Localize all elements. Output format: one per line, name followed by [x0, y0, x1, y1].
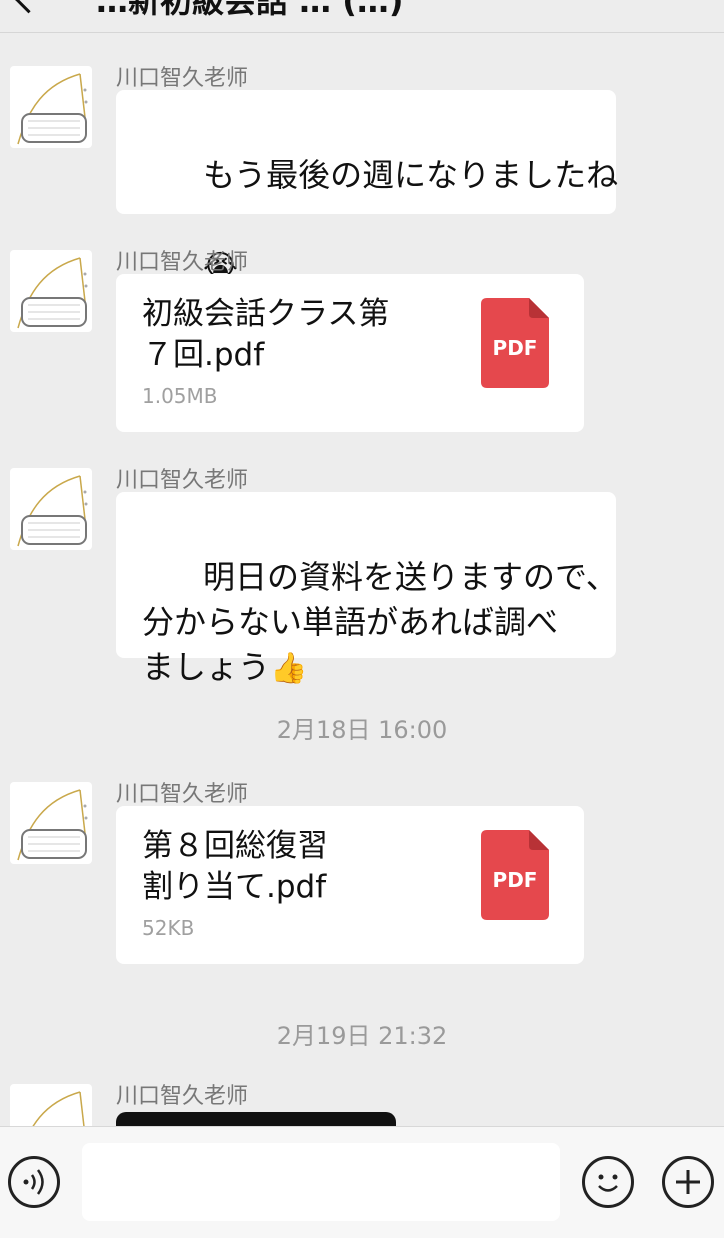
sender-name: 川口智久老师	[116, 1084, 249, 1109]
message-bubble[interactable]: もう最後の週になりましたね 😭	[116, 90, 619, 284]
pdf-file-icon: PDF	[481, 298, 549, 388]
chat-title: …新初級会話 … (…)	[96, 0, 404, 20]
message-text: 明日の資料を送りますので、 分からない単語があれば調べ ましょう👍	[142, 510, 618, 735]
mask-face-avatar-icon	[17, 73, 88, 145]
file-name: 初級会話クラス第 ７回.pdf	[142, 296, 390, 373]
pdf-file-icon: PDF	[481, 830, 549, 920]
plus-icon[interactable]	[662, 1156, 714, 1208]
message-file-1: 川口智久老师 初級会話クラス第 ７回.pdf 1.05MB PDF	[0, 244, 724, 434]
sender-name: 川口智久老师	[116, 66, 249, 91]
sender-avatar[interactable]	[10, 468, 92, 550]
emoji-icon[interactable]	[582, 1156, 634, 1208]
smile-face-icon	[598, 1174, 618, 1192]
sender-avatar[interactable]	[10, 1084, 92, 1126]
voice-waves-icon	[23, 1169, 44, 1195]
message-text-1: 川口智久老师 もう最後の週になりましたね 😭	[0, 60, 724, 284]
mask-face-avatar-icon	[17, 257, 88, 329]
pdf-label: PDF	[492, 868, 538, 892]
add-icon	[676, 1170, 700, 1194]
thumbs-up-emoji-icon: 👍	[270, 651, 308, 686]
timestamp: 2月18日 16:00	[276, 716, 448, 744]
file-size: 1.05MB	[142, 384, 218, 408]
chevron-left-icon[interactable]	[13, 0, 44, 14]
file-size: 52KB	[142, 916, 195, 940]
message-input[interactable]	[82, 1143, 560, 1221]
chat-header: …新初級会話 … (…)	[0, 0, 724, 33]
sender-name: 川口智久老师	[116, 782, 249, 807]
message-bubble[interactable]: 明日の資料を送りますので、 分からない単語があれば調べ ましょう👍	[116, 492, 618, 686]
mask-face-avatar-icon	[17, 475, 88, 547]
mask-face-avatar-icon	[17, 789, 88, 861]
message-text-2: 川口智久老师 明日の資料を送りますので、 分からない単語があれば調べ ましょう👍	[0, 462, 724, 686]
file-name: 第８回総復習 割り当て.pdf	[142, 828, 328, 905]
sender-name: 川口智久老师	[116, 250, 249, 275]
sender-avatar[interactable]	[10, 250, 92, 332]
file-bubble[interactable]: 第８回総復習 割り当て.pdf 52KB PDF	[116, 806, 584, 964]
mask-face-avatar-icon	[32, 1091, 85, 1126]
sender-avatar[interactable]	[10, 782, 92, 864]
message-text-content: もう最後の週になりましたね	[203, 156, 619, 194]
message-file-2: 川口智久老师 第８回総復習 割り当て.pdf 52KB PDF	[0, 776, 724, 966]
file-bubble[interactable]: 初級会話クラス第 ７回.pdf 1.05MB PDF	[116, 274, 584, 432]
timestamp: 2月19日 21:32	[276, 1022, 448, 1050]
pdf-label: PDF	[492, 336, 538, 360]
sender-avatar[interactable]	[10, 66, 92, 148]
voice-icon[interactable]	[8, 1156, 60, 1208]
message-text-content: 明日の資料を送りますので、 分からない単語があれば調べ ましょう	[142, 558, 618, 686]
input-bar	[0, 1126, 724, 1238]
sender-name: 川口智久老师	[116, 468, 249, 493]
